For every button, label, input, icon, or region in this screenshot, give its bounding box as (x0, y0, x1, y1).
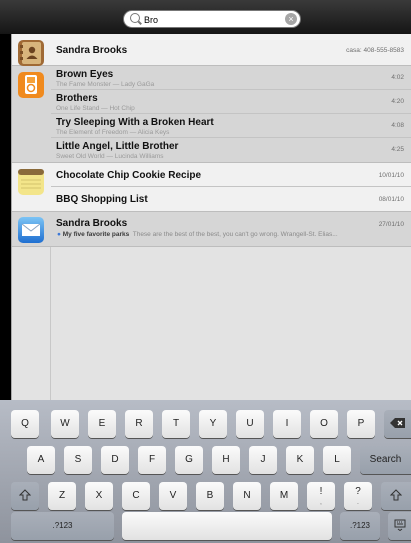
key-q[interactable]: Q (11, 410, 39, 438)
key-i[interactable]: I (273, 410, 301, 438)
note-title: BBQ Shopping List (56, 194, 148, 205)
key-a[interactable]: A (27, 446, 55, 474)
song-subtitle: The Fame Monster — Lady GaGa (56, 81, 155, 88)
onscreen-keyboard: Q W E R T Y U I O P A S D F G H J K L Se… (0, 400, 411, 543)
song-result[interactable]: Brown Eyes The Fame Monster — Lady GaGa … (51, 66, 411, 90)
ipad-screen: × Sandra Brooks casa: 408-555-85 (0, 0, 411, 543)
song-title: Brothers (56, 93, 98, 104)
notes-group: Chocolate Chip Cookie Recipe 10/01/10 BB… (12, 163, 411, 212)
note-date: 10/01/10 (378, 172, 404, 179)
search-field[interactable]: × (123, 10, 301, 28)
key-exclamation[interactable]: ! , (307, 482, 335, 510)
song-subtitle: One Life Stand — Hot Chip (56, 105, 135, 112)
search-input[interactable] (144, 13, 284, 26)
song-result[interactable]: Brothers One Life Stand — Hot Chip 4:20 (51, 90, 411, 114)
key-e[interactable]: E (88, 410, 116, 438)
key-s[interactable]: S (64, 446, 92, 474)
key-g[interactable]: G (175, 446, 203, 474)
ipod-app-icon (17, 71, 45, 99)
contact-result[interactable]: Sandra Brooks casa: 408-555-8583 (51, 34, 411, 65)
search-key[interactable]: Search (360, 446, 411, 474)
song-subtitle: The Element of Freedom — Alicia Keys (56, 129, 170, 136)
key-h[interactable]: H (212, 446, 240, 474)
mail-group: Sandra Brooks 27/01/10 ● My five favorit… (12, 212, 411, 247)
song-duration: 4:25 (391, 146, 404, 153)
search-bar: × (0, 0, 411, 34)
song-duration: 4:08 (391, 122, 404, 129)
song-duration: 4:20 (391, 98, 404, 105)
shift-icon (389, 489, 403, 501)
contact-phone: casa: 408-555-8583 (346, 47, 404, 54)
song-subtitle: Sweet Old World — Lucinda Williams (56, 153, 164, 160)
mail-date: 27/01/10 (378, 221, 404, 228)
mail-result[interactable]: Sandra Brooks 27/01/10 ● My five favorit… (51, 212, 411, 246)
key-d[interactable]: D (101, 446, 129, 474)
key-t[interactable]: T (162, 410, 190, 438)
song-result[interactable]: Little Angel, Little Brother Sweet Old W… (51, 138, 411, 162)
numbers-key-right[interactable]: .?123 (340, 512, 380, 540)
key-l[interactable]: L (323, 446, 351, 474)
key-y[interactable]: Y (199, 410, 227, 438)
key-x[interactable]: X (85, 482, 113, 510)
contacts-group: Sandra Brooks casa: 408-555-8583 (12, 34, 411, 66)
note-title: Chocolate Chip Cookie Recipe (56, 170, 202, 181)
shift-icon (18, 489, 32, 501)
shift-key-left[interactable] (11, 482, 39, 510)
key-comma-label: , (320, 500, 322, 506)
mail-subject: My five favorite parks (62, 231, 130, 238)
contacts-app-icon (17, 39, 45, 67)
notes-app-icon (17, 168, 45, 196)
key-z[interactable]: Z (48, 482, 76, 510)
search-results: Sandra Brooks casa: 408-555-8583 Brown E… (11, 34, 411, 400)
keyboard-hide-icon (394, 519, 405, 532)
key-w[interactable]: W (51, 410, 79, 438)
key-question[interactable]: ? . (344, 482, 372, 510)
numbers-key-left[interactable]: .?123 (11, 512, 114, 540)
contact-name: Sandra Brooks (56, 45, 128, 56)
backspace-key[interactable] (384, 410, 411, 438)
key-r[interactable]: R (125, 410, 153, 438)
music-group: Brown Eyes The Fame Monster — Lady GaGa … (12, 66, 411, 163)
mail-snippet: ● My five favorite parks These are the b… (57, 231, 338, 238)
mail-app-icon (17, 216, 45, 244)
key-exclamation-label: ! (319, 486, 323, 497)
key-m[interactable]: M (270, 482, 298, 510)
song-title: Try Sleeping With a Broken Heart (56, 117, 214, 128)
key-n[interactable]: N (233, 482, 261, 510)
key-o[interactable]: O (310, 410, 338, 438)
key-b[interactable]: B (196, 482, 224, 510)
key-v[interactable]: V (159, 482, 187, 510)
key-k[interactable]: K (286, 446, 314, 474)
shift-key-right[interactable] (381, 482, 411, 510)
search-icon (130, 13, 140, 23)
key-p[interactable]: P (347, 410, 375, 438)
song-result[interactable]: Try Sleeping With a Broken Heart The Ele… (51, 114, 411, 138)
note-date: 08/01/10 (378, 196, 404, 203)
backspace-icon (389, 418, 405, 429)
note-result[interactable]: Chocolate Chip Cookie Recipe 10/01/10 (51, 163, 411, 187)
key-period-label: . (357, 500, 359, 506)
song-title: Little Angel, Little Brother (56, 141, 179, 152)
key-c[interactable]: C (122, 482, 150, 510)
key-question-label: ? (355, 486, 361, 497)
song-duration: 4:02 (391, 74, 404, 81)
note-result[interactable]: BBQ Shopping List 08/01/10 (51, 187, 411, 211)
space-bar[interactable] (122, 512, 332, 540)
song-title: Brown Eyes (56, 69, 114, 80)
key-f[interactable]: F (138, 446, 166, 474)
mail-preview: These are the best of the best, you can'… (132, 231, 338, 238)
clear-icon[interactable]: × (285, 13, 297, 25)
key-u[interactable]: U (236, 410, 264, 438)
key-j[interactable]: J (249, 446, 277, 474)
hide-keyboard-key[interactable] (388, 512, 411, 540)
mail-sender: Sandra Brooks (56, 218, 128, 229)
